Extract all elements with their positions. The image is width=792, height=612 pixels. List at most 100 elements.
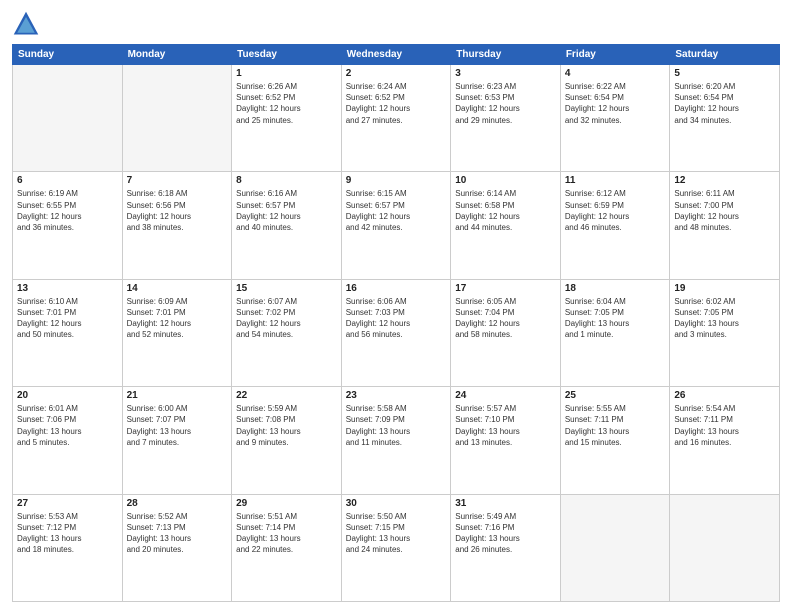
day-detail: Sunrise: 5:52 AM Sunset: 7:13 PM Dayligh… bbox=[127, 511, 228, 556]
page: SundayMondayTuesdayWednesdayThursdayFrid… bbox=[0, 0, 792, 612]
logo bbox=[12, 10, 44, 38]
calendar-cell: 1Sunrise: 6:26 AM Sunset: 6:52 PM Daylig… bbox=[232, 65, 342, 172]
day-detail: Sunrise: 6:14 AM Sunset: 6:58 PM Dayligh… bbox=[455, 188, 556, 233]
calendar-cell: 7 Sunrise: 6:18 AM Sunset: 6:56 PM Daylig… bbox=[122, 172, 232, 279]
day-number: 30 bbox=[346, 498, 447, 509]
day-detail: Sunrise: 5:50 AM Sunset: 7:15 PM Dayligh… bbox=[346, 511, 447, 556]
day-detail: Sunrise: 6:12 AM Sunset: 6:59 PM Dayligh… bbox=[565, 188, 666, 233]
day-detail: Sunrise: 5:55 AM Sunset: 7:11 PM Dayligh… bbox=[565, 403, 666, 448]
day-number: 25 bbox=[565, 390, 666, 401]
calendar-cell: 6Sunrise: 6:19 AM Sunset: 6:55 PM Daylig… bbox=[13, 172, 123, 279]
day-number: 10 bbox=[455, 175, 556, 186]
day-detail: Sunrise: 6:00 AM Sunset: 7:07 PM Dayligh… bbox=[127, 403, 228, 448]
day-number: 9 bbox=[346, 175, 447, 186]
calendar-header-cell: Sunday bbox=[13, 45, 123, 65]
calendar-cell: 13 Sunrise: 6:10 AM Sunset: 7:01 PM Dayli… bbox=[13, 279, 123, 386]
calendar-week-row: 27 Sunrise: 5:53 AM Sunset: 7:12 PM Dayli… bbox=[13, 494, 780, 601]
calendar-cell: 20 Sunrise: 6:01 AM Sunset: 7:06 PM Dayli… bbox=[13, 387, 123, 494]
day-number: 14 bbox=[127, 283, 228, 294]
calendar-cell: 21 Sunrise: 6:00 AM Sunset: 7:07 PM Dayli… bbox=[122, 387, 232, 494]
day-detail: Sunrise: 6:07 AM Sunset: 7:02 PM Dayligh… bbox=[236, 296, 337, 341]
day-number: 15 bbox=[236, 283, 337, 294]
calendar-cell: 17Sunrise: 6:05 AM Sunset: 7:04 PM Dayli… bbox=[451, 279, 561, 386]
day-detail: Sunrise: 6:15 AM Sunset: 6:57 PM Dayligh… bbox=[346, 188, 447, 233]
day-detail: Sunrise: 6:19 AM Sunset: 6:55 PM Dayligh… bbox=[17, 188, 118, 233]
day-number: 27 bbox=[17, 498, 118, 509]
calendar-header-cell: Monday bbox=[122, 45, 232, 65]
calendar-cell: 24Sunrise: 5:57 AM Sunset: 7:10 PM Dayli… bbox=[451, 387, 561, 494]
calendar-cell: 2Sunrise: 6:24 AM Sunset: 6:52 PM Daylig… bbox=[341, 65, 451, 172]
calendar-week-row: 20 Sunrise: 6:01 AM Sunset: 7:06 PM Dayli… bbox=[13, 387, 780, 494]
calendar-cell: 22 Sunrise: 5:59 AM Sunset: 7:08 PM Dayli… bbox=[232, 387, 342, 494]
day-number: 21 bbox=[127, 390, 228, 401]
day-number: 29 bbox=[236, 498, 337, 509]
calendar-header-row: SundayMondayTuesdayWednesdayThursdayFrid… bbox=[13, 45, 780, 65]
day-number: 16 bbox=[346, 283, 447, 294]
day-number: 22 bbox=[236, 390, 337, 401]
calendar-cell: 25 Sunrise: 5:55 AM Sunset: 7:11 PM Dayli… bbox=[560, 387, 670, 494]
calendar-cell: 30 Sunrise: 5:50 AM Sunset: 7:15 PM Dayli… bbox=[341, 494, 451, 601]
day-number: 7 bbox=[127, 175, 228, 186]
calendar-cell: 29Sunrise: 5:51 AM Sunset: 7:14 PM Dayli… bbox=[232, 494, 342, 601]
calendar-cell: 4 Sunrise: 6:22 AM Sunset: 6:54 PM Daylig… bbox=[560, 65, 670, 172]
day-detail: Sunrise: 5:54 AM Sunset: 7:11 PM Dayligh… bbox=[674, 403, 775, 448]
day-number: 5 bbox=[674, 68, 775, 79]
day-detail: Sunrise: 5:59 AM Sunset: 7:08 PM Dayligh… bbox=[236, 403, 337, 448]
calendar-week-row: 13 Sunrise: 6:10 AM Sunset: 7:01 PM Dayli… bbox=[13, 279, 780, 386]
day-detail: Sunrise: 6:05 AM Sunset: 7:04 PM Dayligh… bbox=[455, 296, 556, 341]
day-detail: Sunrise: 6:22 AM Sunset: 6:54 PM Dayligh… bbox=[565, 81, 666, 126]
day-detail: Sunrise: 5:58 AM Sunset: 7:09 PM Dayligh… bbox=[346, 403, 447, 448]
day-detail: Sunrise: 6:23 AM Sunset: 6:53 PM Dayligh… bbox=[455, 81, 556, 126]
calendar-cell: 16Sunrise: 6:06 AM Sunset: 7:03 PM Dayli… bbox=[341, 279, 451, 386]
day-detail: Sunrise: 5:49 AM Sunset: 7:16 PM Dayligh… bbox=[455, 511, 556, 556]
calendar-header-cell: Friday bbox=[560, 45, 670, 65]
calendar-header-cell: Tuesday bbox=[232, 45, 342, 65]
calendar-week-row: 6Sunrise: 6:19 AM Sunset: 6:55 PM Daylig… bbox=[13, 172, 780, 279]
day-number: 28 bbox=[127, 498, 228, 509]
calendar-cell: 10 Sunrise: 6:14 AM Sunset: 6:58 PM Dayli… bbox=[451, 172, 561, 279]
calendar-cell: 8Sunrise: 6:16 AM Sunset: 6:57 PM Daylig… bbox=[232, 172, 342, 279]
calendar-header-cell: Saturday bbox=[670, 45, 780, 65]
day-detail: Sunrise: 6:18 AM Sunset: 6:56 PM Dayligh… bbox=[127, 188, 228, 233]
calendar-cell bbox=[560, 494, 670, 601]
day-detail: Sunrise: 5:53 AM Sunset: 7:12 PM Dayligh… bbox=[17, 511, 118, 556]
day-number: 4 bbox=[565, 68, 666, 79]
day-detail: Sunrise: 6:11 AM Sunset: 7:00 PM Dayligh… bbox=[674, 188, 775, 233]
calendar-cell: 3 Sunrise: 6:23 AM Sunset: 6:53 PM Daylig… bbox=[451, 65, 561, 172]
calendar-header-cell: Wednesday bbox=[341, 45, 451, 65]
day-detail: Sunrise: 6:02 AM Sunset: 7:05 PM Dayligh… bbox=[674, 296, 775, 341]
calendar-cell: 5 Sunrise: 6:20 AM Sunset: 6:54 PM Daylig… bbox=[670, 65, 780, 172]
day-detail: Sunrise: 6:20 AM Sunset: 6:54 PM Dayligh… bbox=[674, 81, 775, 126]
header bbox=[12, 10, 780, 38]
day-detail: Sunrise: 6:04 AM Sunset: 7:05 PM Dayligh… bbox=[565, 296, 666, 341]
calendar-cell: 23Sunrise: 5:58 AM Sunset: 7:09 PM Dayli… bbox=[341, 387, 451, 494]
day-number: 19 bbox=[674, 283, 775, 294]
day-number: 20 bbox=[17, 390, 118, 401]
calendar-cell bbox=[122, 65, 232, 172]
day-detail: Sunrise: 6:10 AM Sunset: 7:01 PM Dayligh… bbox=[17, 296, 118, 341]
logo-icon bbox=[12, 10, 40, 38]
day-detail: Sunrise: 6:26 AM Sunset: 6:52 PM Dayligh… bbox=[236, 81, 337, 126]
calendar-cell: 31 Sunrise: 5:49 AM Sunset: 7:16 PM Dayli… bbox=[451, 494, 561, 601]
calendar-body: 1Sunrise: 6:26 AM Sunset: 6:52 PM Daylig… bbox=[13, 65, 780, 602]
calendar-cell: 9 Sunrise: 6:15 AM Sunset: 6:57 PM Daylig… bbox=[341, 172, 451, 279]
day-number: 11 bbox=[565, 175, 666, 186]
calendar-cell: 14 Sunrise: 6:09 AM Sunset: 7:01 PM Dayli… bbox=[122, 279, 232, 386]
day-number: 3 bbox=[455, 68, 556, 79]
day-number: 12 bbox=[674, 175, 775, 186]
calendar-cell: 27 Sunrise: 5:53 AM Sunset: 7:12 PM Dayli… bbox=[13, 494, 123, 601]
calendar-cell: 28 Sunrise: 5:52 AM Sunset: 7:13 PM Dayli… bbox=[122, 494, 232, 601]
calendar-cell: 11 Sunrise: 6:12 AM Sunset: 6:59 PM Dayli… bbox=[560, 172, 670, 279]
calendar-cell bbox=[13, 65, 123, 172]
calendar-week-row: 1Sunrise: 6:26 AM Sunset: 6:52 PM Daylig… bbox=[13, 65, 780, 172]
day-number: 26 bbox=[674, 390, 775, 401]
day-detail: Sunrise: 5:57 AM Sunset: 7:10 PM Dayligh… bbox=[455, 403, 556, 448]
calendar-table: SundayMondayTuesdayWednesdayThursdayFrid… bbox=[12, 44, 780, 602]
day-number: 13 bbox=[17, 283, 118, 294]
calendar-cell: 26 Sunrise: 5:54 AM Sunset: 7:11 PM Dayli… bbox=[670, 387, 780, 494]
day-detail: Sunrise: 6:01 AM Sunset: 7:06 PM Dayligh… bbox=[17, 403, 118, 448]
day-detail: Sunrise: 6:09 AM Sunset: 7:01 PM Dayligh… bbox=[127, 296, 228, 341]
day-number: 18 bbox=[565, 283, 666, 294]
day-number: 31 bbox=[455, 498, 556, 509]
calendar-cell bbox=[670, 494, 780, 601]
